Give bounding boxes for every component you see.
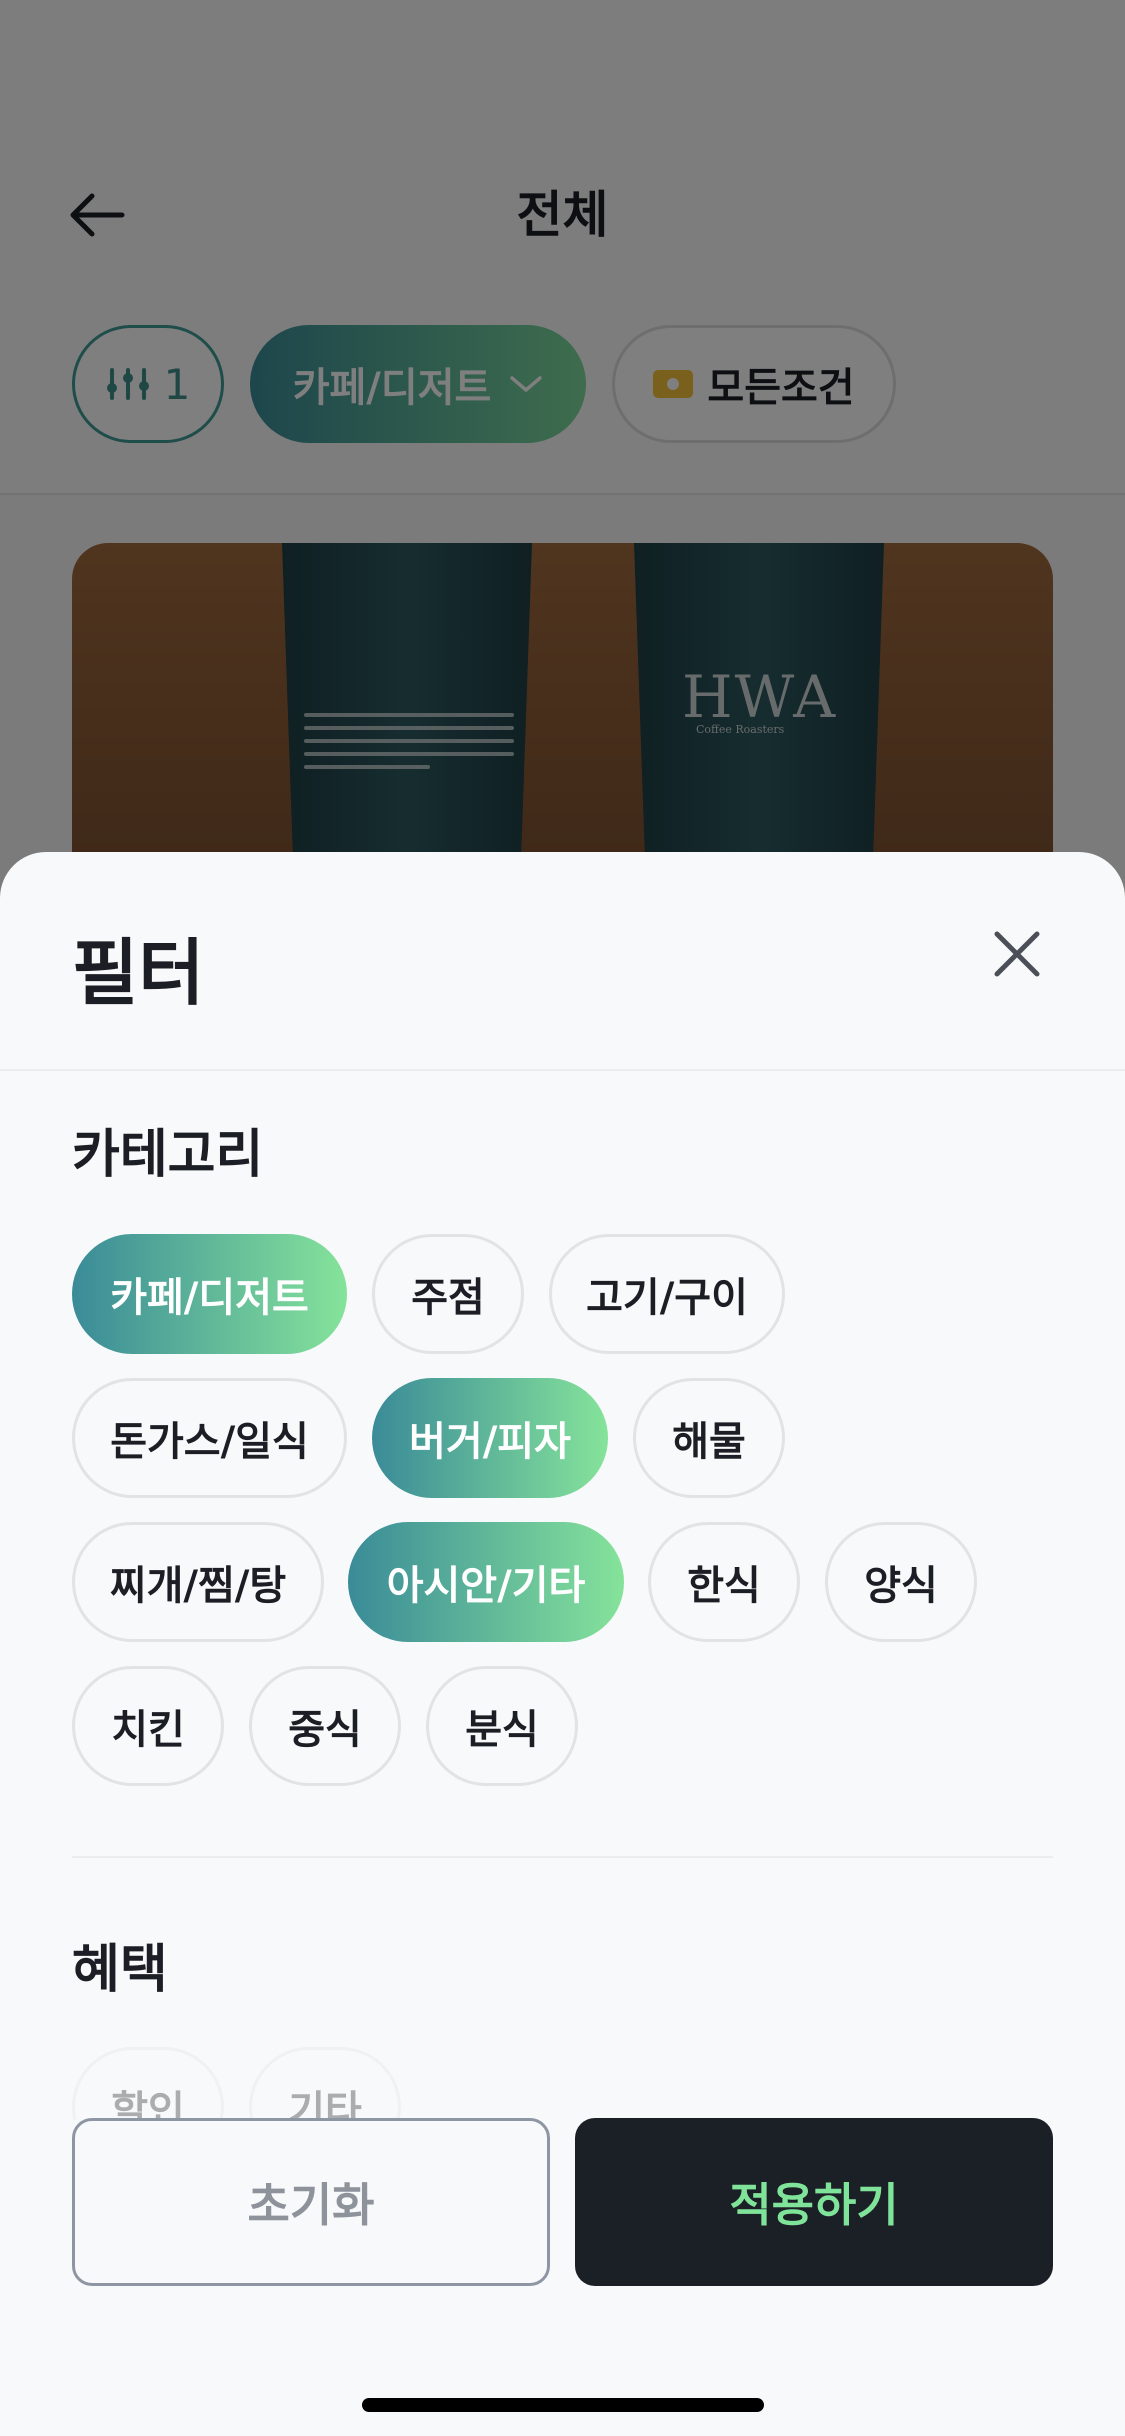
category-pill-meat-grill[interactable]: 고기/구이 [549,1234,785,1354]
apply-button[interactable]: 적용하기 [575,2118,1053,2286]
category-pill-donkatsu-japanese[interactable]: 돈가스/일식 [72,1378,347,1498]
category-pill-korean[interactable]: 한식 [648,1522,800,1642]
category-pill-western[interactable]: 양식 [825,1522,977,1642]
category-pill-stew[interactable]: 찌개/찜/탕 [72,1522,324,1642]
close-icon[interactable] [983,920,1051,988]
home-indicator [362,2398,764,2412]
category-pill-snack[interactable]: 분식 [426,1666,578,1786]
benefit-section-title: 혜택 [72,1940,168,2000]
category-pill-seafood[interactable]: 해물 [633,1378,785,1498]
category-pill-chicken[interactable]: 치킨 [72,1666,224,1786]
sheet-divider [0,1069,1125,1071]
reset-button[interactable]: 초기화 [72,2118,550,2286]
filter-bottom-sheet: 필터 카테고리 카페/디저트 주점 고기/구이 돈가스/일식 버거/피자 해물 … [0,852,1125,2436]
category-section-title: 카테고리 [72,1125,264,1185]
category-pill-cafe-dessert[interactable]: 카페/디저트 [72,1234,347,1354]
sheet-title: 필터 [72,931,205,1015]
category-pill-pub[interactable]: 주점 [372,1234,524,1354]
category-pill-burger-pizza[interactable]: 버거/피자 [372,1378,608,1498]
section-divider [72,1856,1053,1858]
category-pill-asian-etc[interactable]: 아시안/기타 [348,1522,624,1642]
category-pill-chinese[interactable]: 중식 [249,1666,401,1786]
